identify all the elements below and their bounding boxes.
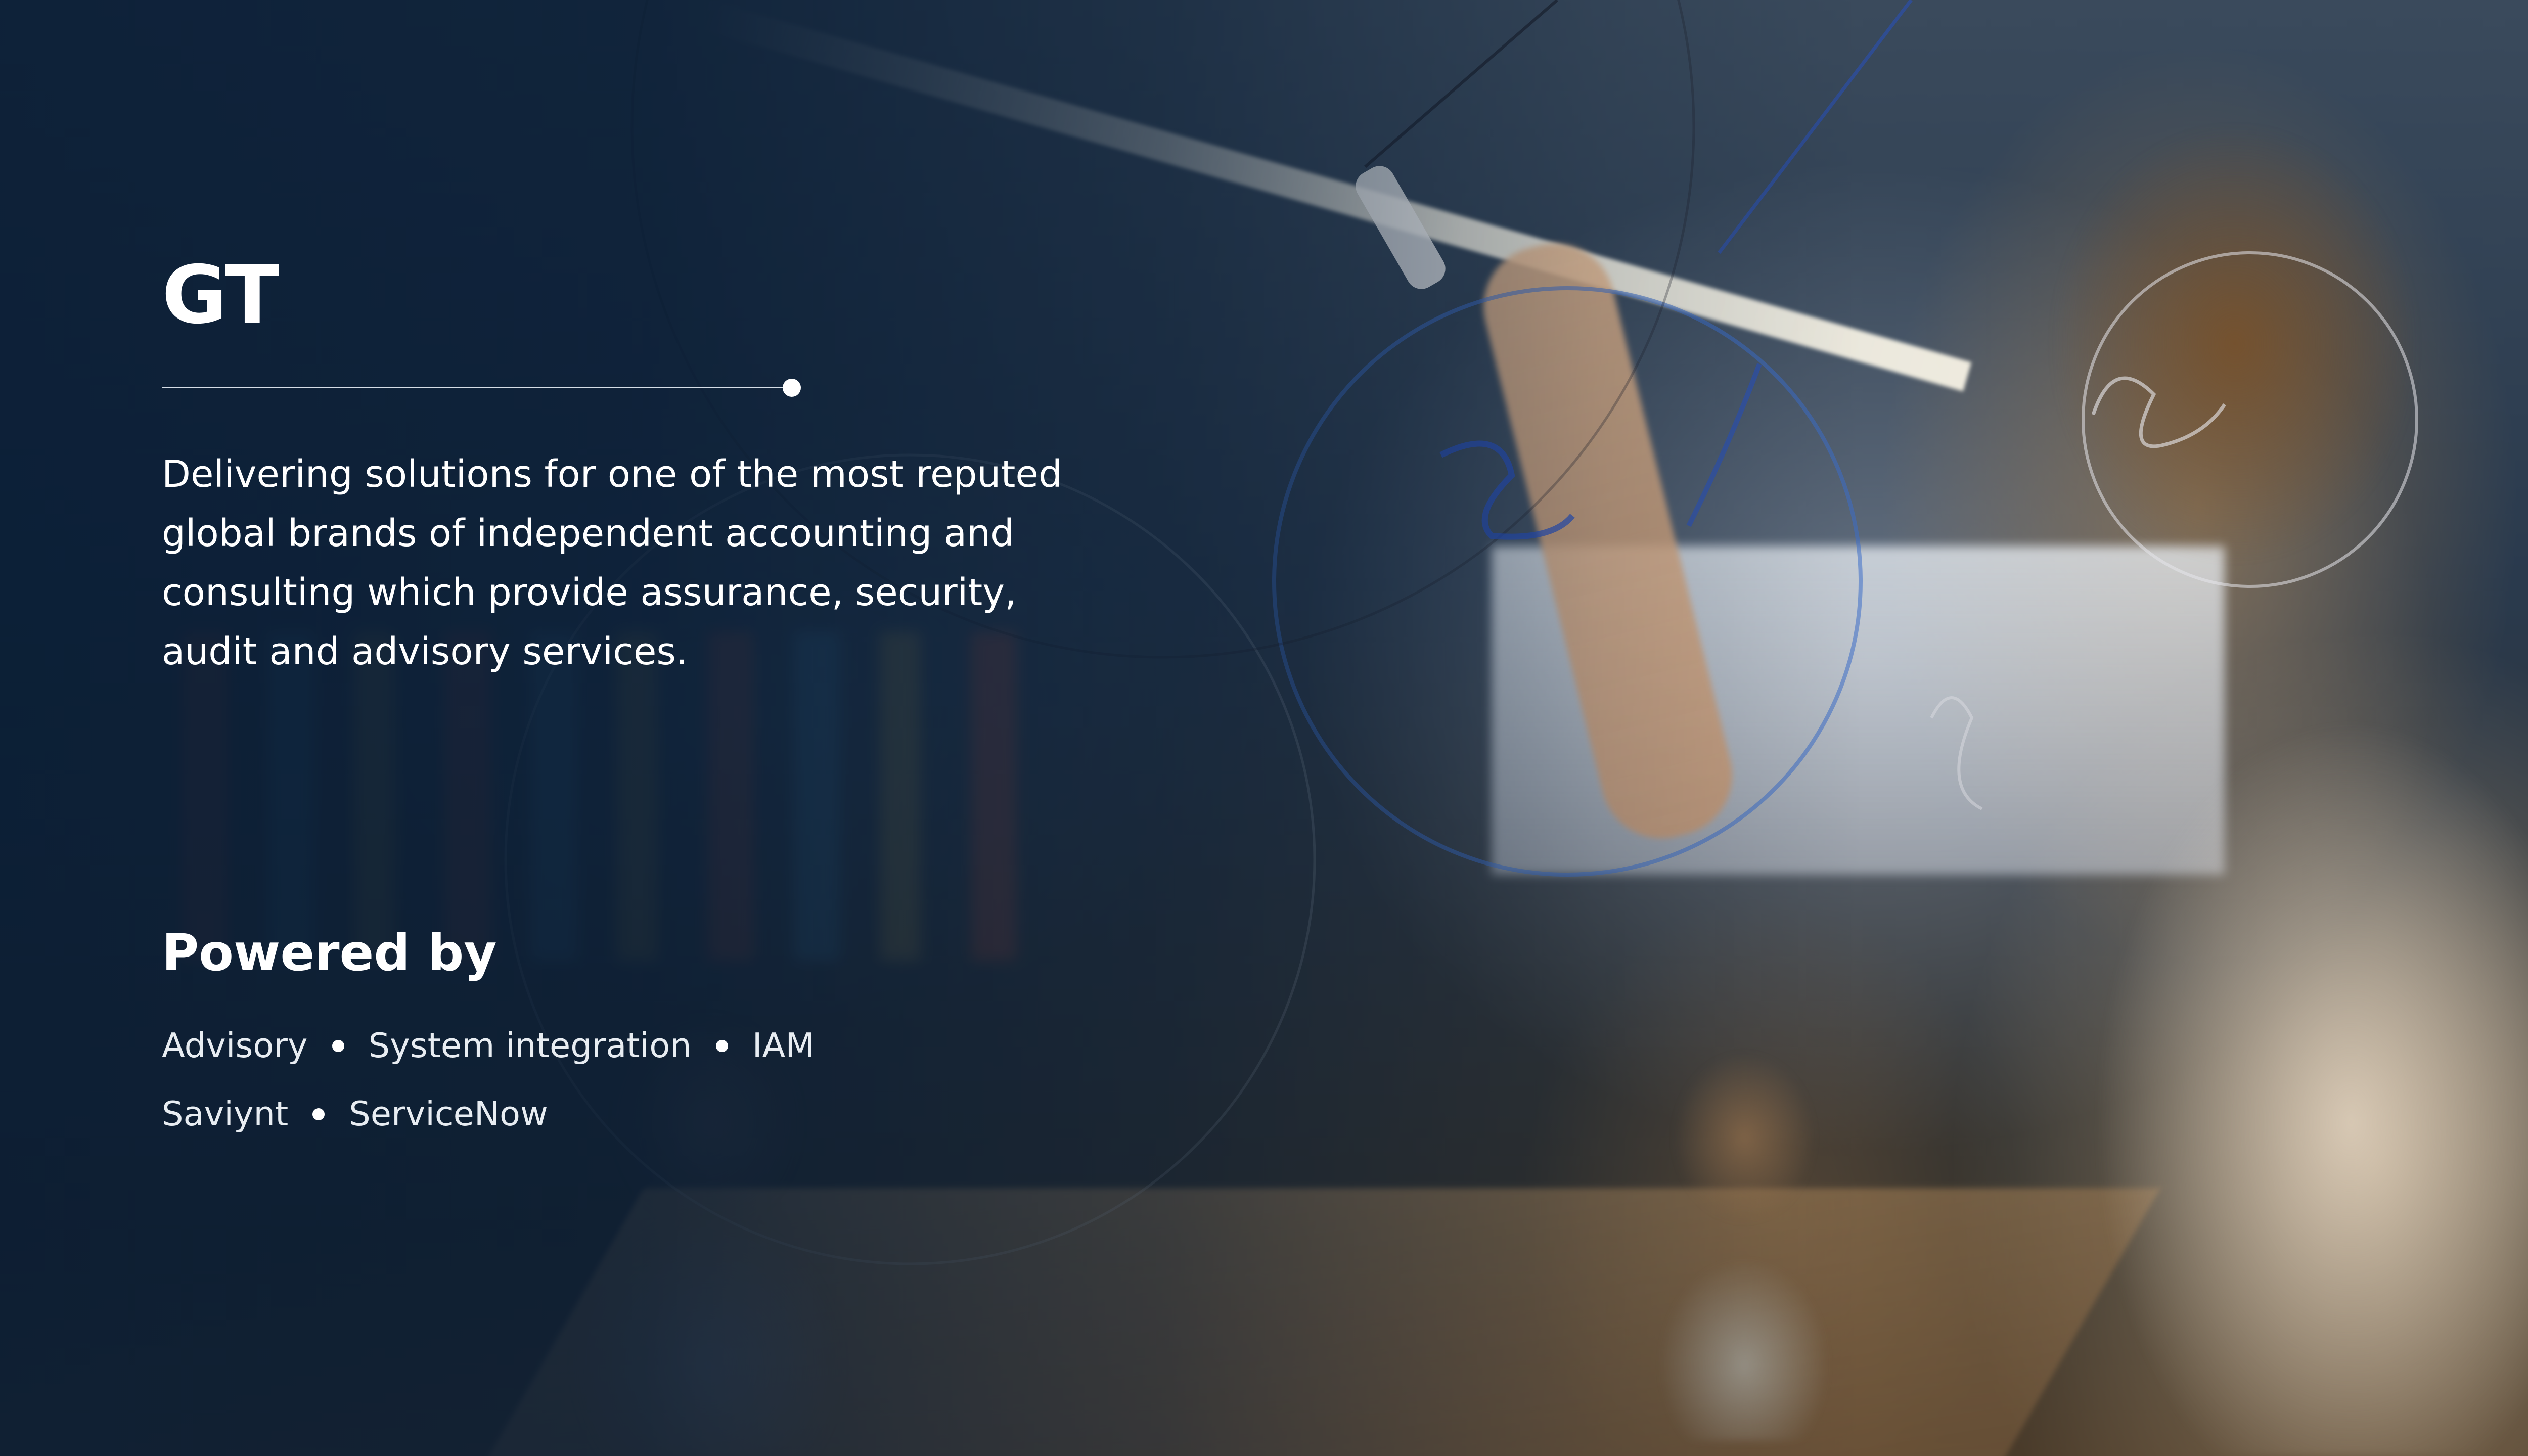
hero-section: GT Delivering solutions for one of the m…: [0, 0, 2528, 1456]
divider-dot: [783, 379, 801, 397]
powered-by-heading: Powered by: [162, 923, 497, 982]
bullet-separator: [312, 1108, 325, 1120]
client-description: Delivering solutions for one of the most…: [162, 452, 1062, 673]
tag-iam: IAM: [752, 1026, 815, 1065]
tag-saviynt: Saviynt: [162, 1094, 289, 1133]
tag-system-integration: System integration: [368, 1026, 692, 1065]
bullet-separator: [715, 1039, 728, 1052]
powered-by-row-1: Advisory System integration IAM: [162, 1029, 815, 1063]
bullet-separator: [332, 1039, 344, 1052]
tag-advisory: Advisory: [162, 1026, 308, 1065]
tag-servicenow: ServiceNow: [349, 1094, 548, 1133]
hero-content: GT Delivering solutions for one of the m…: [162, 0, 1173, 1456]
title-divider: [162, 387, 791, 388]
brand-title: GT: [162, 249, 280, 342]
powered-by-row-2: Saviynt ServiceNow: [162, 1097, 548, 1131]
